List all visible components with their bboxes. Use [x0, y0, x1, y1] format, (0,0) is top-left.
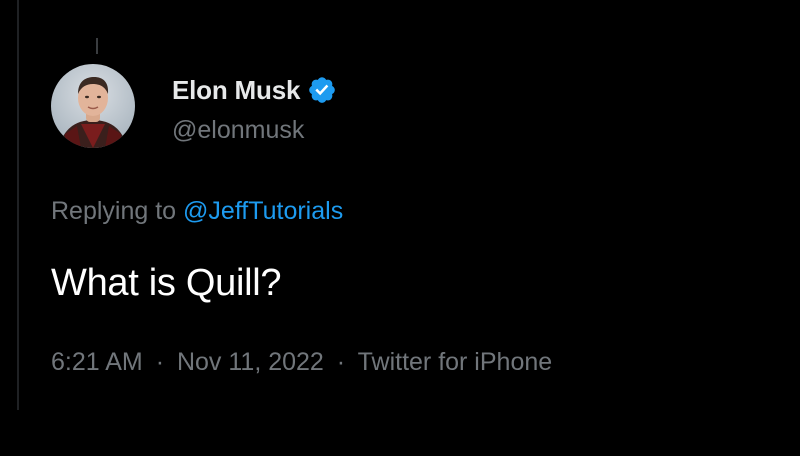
tweet-time[interactable]: 6:21 AM	[51, 348, 143, 376]
tweet-screenshot: Elon Musk @elonmusk Replying to @JeffTut…	[0, 0, 800, 456]
tweet-date[interactable]: Nov 11, 2022	[177, 348, 324, 376]
reply-mention-link[interactable]: @JeffTutorials	[183, 197, 343, 225]
meta-separator: ·	[336, 348, 346, 376]
replying-prefix: Replying to	[51, 197, 177, 225]
verified-badge-icon	[307, 75, 337, 105]
author-block: Elon Musk @elonmusk	[172, 74, 337, 145]
user-handle[interactable]: @elonmusk	[172, 116, 337, 145]
display-name[interactable]: Elon Musk	[172, 75, 300, 106]
avatar[interactable]	[51, 64, 135, 148]
meta-separator: ·	[155, 348, 165, 376]
name-row: Elon Musk	[172, 74, 337, 106]
replying-to: Replying to @JeffTutorials	[51, 197, 343, 226]
thread-connector-line	[96, 38, 98, 54]
left-divider	[17, 0, 19, 410]
tweet-text: What is Quill?	[51, 262, 282, 304]
tweet-meta: 6:21 AM · Nov 11, 2022 · Twitter for iPh…	[51, 348, 552, 377]
tweet-source: Twitter for iPhone	[357, 348, 553, 376]
